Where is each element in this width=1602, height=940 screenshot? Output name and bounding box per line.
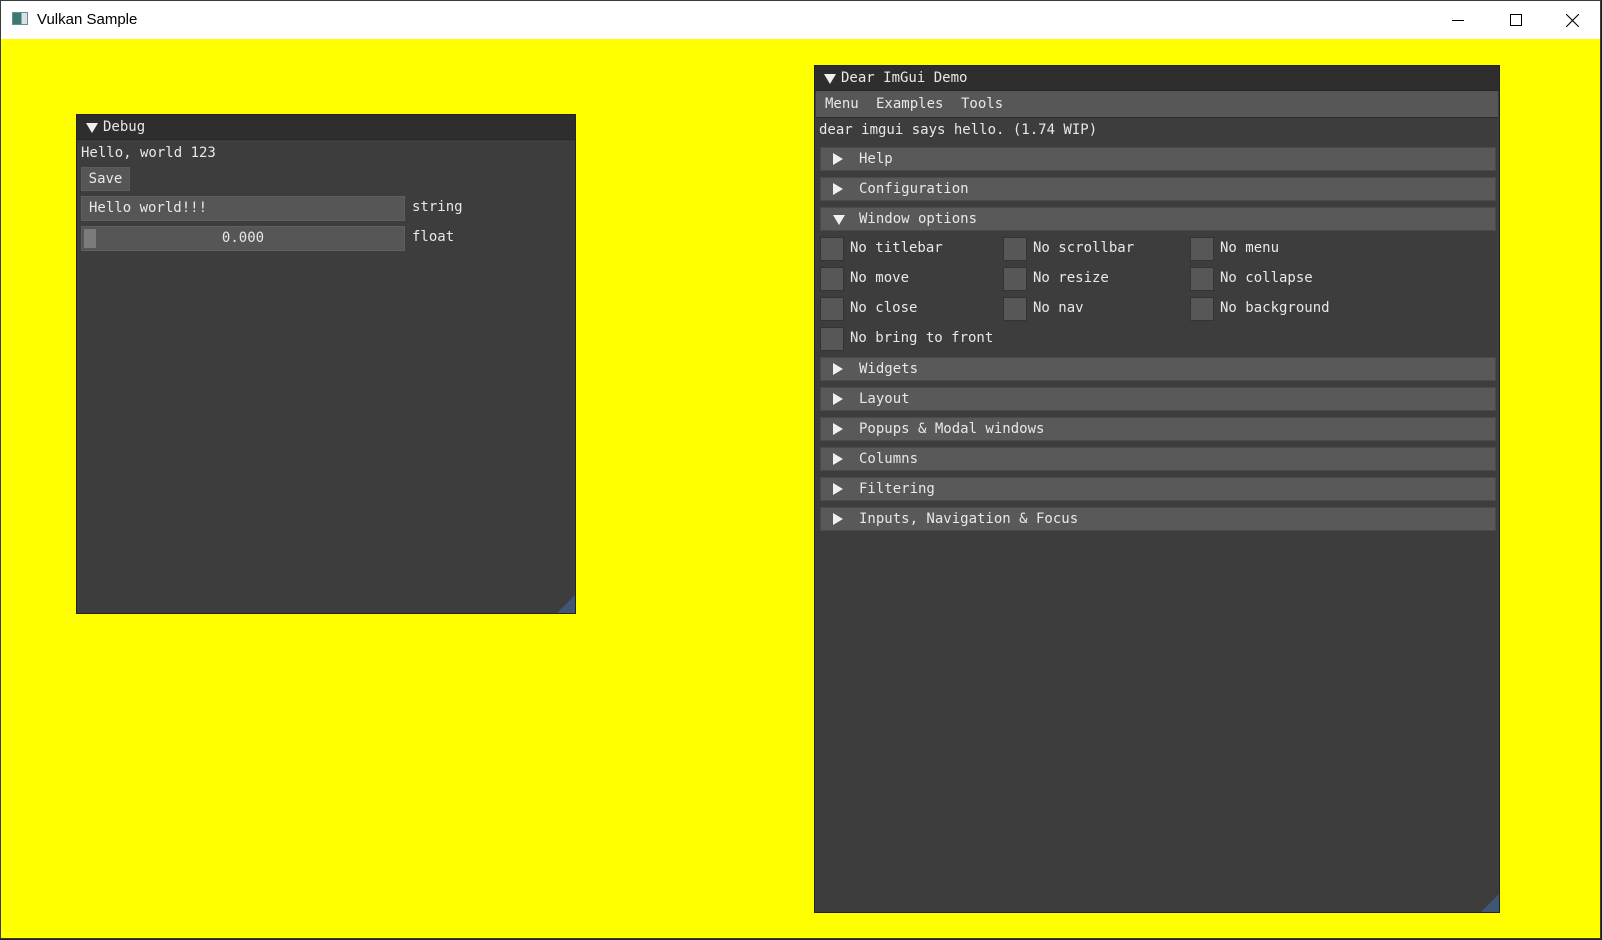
string-input-value: Hello world!!! <box>89 200 208 216</box>
demo-titlebar[interactable]: Dear ImGui Demo <box>815 66 1499 91</box>
minimize-icon <box>1452 20 1464 21</box>
window-title: Vulkan Sample <box>37 11 138 28</box>
section-label: Popups & Modal windows <box>859 421 1045 437</box>
minimize-button[interactable] <box>1429 1 1487 39</box>
menu-bar: Menu Examples Tools <box>816 91 1498 118</box>
debug-window[interactable]: Debug Hello, world 123 Save Hello world!… <box>76 114 576 614</box>
section-label: Columns <box>859 451 919 467</box>
section-label: Window options <box>859 211 978 227</box>
demo-title: Dear ImGui Demo <box>841 70 968 86</box>
expand-arrow-icon <box>833 483 843 495</box>
section-help[interactable]: Help <box>820 147 1496 171</box>
menu-examples[interactable]: Examples <box>876 96 943 112</box>
menu-tools[interactable]: Tools <box>961 96 1003 112</box>
section-label: Widgets <box>859 361 919 377</box>
string-input[interactable]: Hello world!!! <box>81 196 405 221</box>
checkbox-label: No scrollbar <box>1033 240 1135 256</box>
resize-grip-icon[interactable] <box>557 595 575 613</box>
hello-text: Hello, world 123 <box>81 145 216 161</box>
checkbox-no-titlebar[interactable] <box>820 237 844 261</box>
save-button[interactable]: Save <box>81 167 130 191</box>
maximize-button[interactable] <box>1487 1 1545 39</box>
checkbox-no-menu[interactable] <box>1190 237 1214 261</box>
expand-arrow-icon <box>833 393 843 405</box>
collapse-triangle-icon[interactable] <box>86 123 98 133</box>
collapse-arrow-icon <box>833 215 845 225</box>
app-icon <box>12 12 28 25</box>
resize-grip-icon[interactable] <box>1481 894 1499 912</box>
section-label: Filtering <box>859 481 935 497</box>
section-layout[interactable]: Layout <box>820 387 1496 411</box>
expand-arrow-icon <box>833 363 843 375</box>
os-titlebar[interactable]: Vulkan Sample <box>1 1 1600 39</box>
checkbox-label: No nav <box>1033 300 1084 316</box>
hello-version-text: dear imgui says hello. (1.74 WIP) <box>819 122 1098 138</box>
collapse-triangle-icon[interactable] <box>824 74 836 84</box>
debug-title: Debug <box>103 119 146 135</box>
debug-titlebar[interactable]: Debug <box>77 115 575 140</box>
float-slider[interactable]: 0.000 <box>81 226 405 251</box>
float-slider-value: 0.000 <box>221 230 265 246</box>
section-columns[interactable]: Columns <box>820 447 1496 471</box>
checkbox-no-bring-to-front[interactable] <box>820 327 844 351</box>
checkbox-no-background[interactable] <box>1190 297 1214 321</box>
section-inputs-navigation-focus[interactable]: Inputs, Navigation & Focus <box>820 507 1496 531</box>
close-icon <box>1565 13 1579 27</box>
checkbox-no-collapse[interactable] <box>1190 267 1214 291</box>
section-label: Configuration <box>859 181 969 197</box>
menu-menu[interactable]: Menu <box>825 96 859 112</box>
section-widgets[interactable]: Widgets <box>820 357 1496 381</box>
close-button[interactable] <box>1543 1 1601 39</box>
checkbox-no-close[interactable] <box>820 297 844 321</box>
checkbox-label: No collapse <box>1220 270 1313 286</box>
float-label: float <box>412 229 455 245</box>
section-filtering[interactable]: Filtering <box>820 477 1496 501</box>
section-configuration[interactable]: Configuration <box>820 177 1496 201</box>
checkbox-label: No move <box>850 270 910 286</box>
section-window-options[interactable]: Window options <box>820 207 1496 231</box>
string-label: string <box>412 199 463 215</box>
checkbox-no-move[interactable] <box>820 267 844 291</box>
checkbox-label: No menu <box>1220 240 1280 256</box>
expand-arrow-icon <box>833 423 843 435</box>
checkbox-no-nav[interactable] <box>1003 297 1027 321</box>
expand-arrow-icon <box>833 153 843 165</box>
maximize-icon <box>1510 14 1522 26</box>
section-label: Help <box>859 151 893 167</box>
section-label: Layout <box>859 391 910 407</box>
checkbox-label: No background <box>1220 300 1330 316</box>
expand-arrow-icon <box>833 183 843 195</box>
checkbox-no-scrollbar[interactable] <box>1003 237 1027 261</box>
section-popups[interactable]: Popups & Modal windows <box>820 417 1496 441</box>
checkbox-no-resize[interactable] <box>1003 267 1027 291</box>
checkbox-label: No bring to front <box>850 330 994 346</box>
checkbox-label: No close <box>850 300 918 316</box>
section-label: Inputs, Navigation & Focus <box>859 511 1079 527</box>
checkbox-label: No resize <box>1033 270 1109 286</box>
checkbox-label: No titlebar <box>850 240 943 256</box>
expand-arrow-icon <box>833 513 843 525</box>
expand-arrow-icon <box>833 453 843 465</box>
demo-window[interactable]: Dear ImGui Demo Menu Examples Tools dear… <box>814 65 1500 913</box>
